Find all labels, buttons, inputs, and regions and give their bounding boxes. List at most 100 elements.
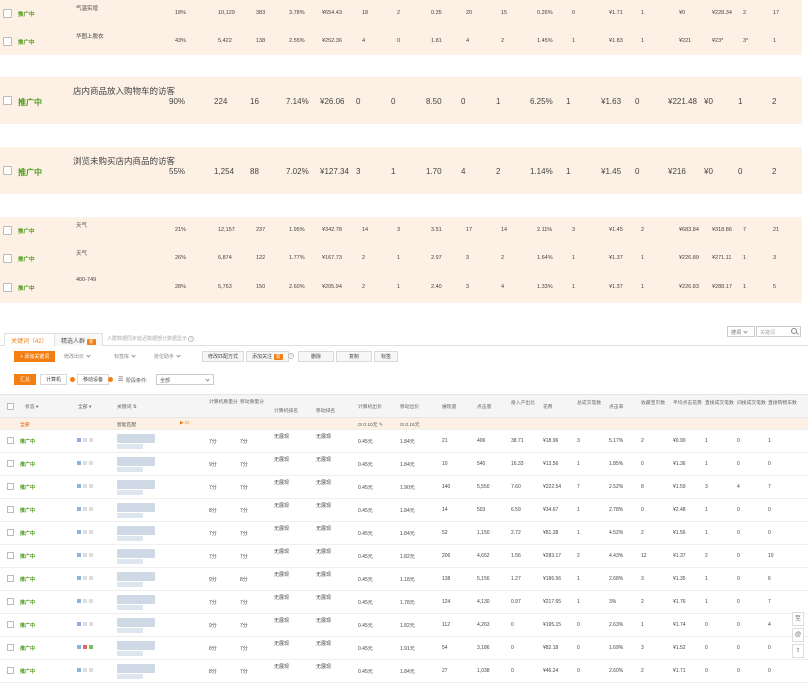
col-cost[interactable]: 花费	[543, 403, 553, 410]
add-keyword-button[interactable]: + 添加关键词	[14, 351, 56, 362]
float-button-2[interactable]: @	[792, 628, 804, 642]
col-pc-quality[interactable]: 计算机质量分	[209, 398, 238, 405]
keyword-redacted[interactable]	[117, 549, 155, 558]
period-select[interactable]: 全部	[156, 374, 214, 385]
table-row[interactable]: 推广中 9分 7分 无展现 无展现 0.45元 1.84元 10 540 16.33 ¥13.56 1…	[0, 453, 808, 476]
col-mobile-quality[interactable]: 移动质量分	[240, 398, 264, 405]
float-button-3[interactable]: ⇧	[792, 644, 804, 658]
cell-pcb[interactable]: 0.45元	[358, 645, 373, 652]
col-pc-bid[interactable]: 计算机出价	[358, 403, 382, 410]
search-icon[interactable]	[791, 328, 797, 334]
cell-mb[interactable]: 1.78元	[400, 599, 415, 606]
table-row[interactable]: 推广中 7分 7分 无展现 无展现 0.45元 1.82元 206 4,652 1.56 ¥283.…	[0, 545, 808, 568]
table-row[interactable]: 推广中 7分 7分 无展现 无展现 0.45元 1.90元 140 5,550 7.60 ¥222.…	[0, 476, 808, 499]
col-ctr[interactable]: 点击率	[609, 403, 623, 410]
table-row[interactable]: 推广中 8分 7分 无展现 无展现 0.45元 1.84元 27 1,038 0 ¥46.24 0 2.…	[0, 660, 808, 683]
row-checkbox[interactable]	[7, 460, 14, 467]
row-checkbox[interactable]	[7, 552, 14, 559]
col-fav-items[interactable]: 收藏宝贝数	[641, 399, 665, 406]
row-name[interactable]: 天气	[76, 221, 87, 229]
cell-pcb[interactable]: 0.45元	[358, 576, 373, 583]
cell-pcb[interactable]: 0.45元	[358, 668, 373, 675]
col-direct-orders[interactable]: 直接成交笔数	[705, 399, 734, 406]
subheader-mobile-bid[interactable]: ⊡ 0.16元	[400, 421, 420, 428]
keyword-redacted[interactable]	[117, 480, 155, 489]
row-checkbox[interactable]	[7, 667, 14, 674]
cell-mb[interactable]: 1.84元	[400, 530, 415, 537]
table-row[interactable]: 推广中 9分 8分 无展现 无展现 0.45元 1.18元 138 5,156 1.27 ¥186.…	[0, 568, 808, 591]
cell-pcb[interactable]: 0.45元	[358, 553, 373, 560]
row-checkbox[interactable]	[7, 644, 14, 651]
help-icon[interactable]: ?	[188, 335, 195, 342]
col-orders[interactable]: 总成交笔数	[577, 399, 601, 406]
position-helper-dropdown[interactable]: 抢位助手	[150, 351, 184, 362]
col-clicks[interactable]: 点击量	[477, 403, 491, 410]
col-roi[interactable]: 投入产出比	[511, 399, 535, 406]
row-checkbox[interactable]	[3, 254, 12, 263]
row-name[interactable]: 气温实增	[76, 4, 98, 12]
row-checkbox[interactable]	[7, 575, 14, 582]
row-name[interactable]: 浏览未购买店内商品的访客	[73, 155, 175, 167]
search-type-select[interactable]: 搜词	[727, 326, 755, 337]
cell-pcb[interactable]: 0.45元	[358, 438, 373, 445]
row-checkbox[interactable]	[7, 506, 14, 513]
col-mobile-bid[interactable]: 移动出价	[400, 403, 419, 410]
keyword-redacted[interactable]	[117, 572, 155, 581]
cell-mb[interactable]: 1.84元	[400, 668, 415, 675]
row-name[interactable]: 店内商品放入购物车的访客	[73, 85, 175, 97]
add-attention-button[interactable]: 添加关注新	[246, 351, 289, 362]
row-checkbox[interactable]	[3, 283, 12, 292]
keyword-redacted[interactable]	[117, 595, 155, 604]
select-all-checkbox[interactable]	[7, 403, 14, 410]
keyword-redacted[interactable]	[117, 457, 155, 466]
cell-mb[interactable]: 1.84元	[400, 507, 415, 514]
col-direct-fav[interactable]: 直接购物车数	[768, 399, 797, 406]
col-impressions[interactable]: 展现量	[442, 403, 456, 410]
col-mobile-rank[interactable]: 移动排名	[316, 407, 335, 414]
table-row[interactable]: 推广中 9分 7分 无展现 无展现 0.45元 1.82元 112 4,263 0 ¥195.15 0…	[0, 614, 808, 637]
table-row[interactable]: 推广中 7分 7分 无展现 无展现 0.45元 1.84元 21 406 38.71 ¥18.96 3…	[0, 430, 808, 453]
tag-button[interactable]: 标签	[374, 351, 398, 362]
col-indirect-orders[interactable]: 间接成交笔数	[737, 399, 766, 406]
row-checkbox[interactable]	[3, 9, 12, 18]
row-checkbox[interactable]	[3, 166, 12, 175]
tab-keywords[interactable]: 关键词（42）	[4, 333, 55, 346]
col-pc-rank[interactable]: 计算机排名	[274, 407, 298, 414]
row-name[interactable]: 400-749	[76, 277, 96, 283]
table-row[interactable]: 推广中 7分 7分 无展现 无展现 0.45元 1.78元 124 4,130 0.97 ¥217.…	[0, 591, 808, 614]
keyword-redacted[interactable]	[117, 641, 155, 650]
col-all[interactable]: 全部 ▾	[78, 403, 91, 410]
cell-mb[interactable]: 1.84元	[400, 461, 415, 468]
row-checkbox[interactable]	[7, 529, 14, 536]
cell-mb[interactable]: 1.82元	[400, 553, 415, 560]
keyword-redacted[interactable]	[117, 526, 155, 535]
cell-mb[interactable]: 1.82元	[400, 622, 415, 629]
cell-pcb[interactable]: 0.45元	[358, 599, 373, 606]
table-row[interactable]: 推广中 8分 7分 无展现 无展现 0.45元 1.84元 14 503 6.59 ¥34.67 1 2…	[0, 499, 808, 522]
modify-match-button[interactable]: 修改匹配方式	[202, 351, 245, 362]
cell-mb[interactable]: 1.91元	[400, 645, 415, 652]
row-name[interactable]: 天气	[76, 249, 87, 257]
table-row[interactable]: 推广中 8分 7分 无展现 无展现 0.45元 1.91元 54 3,186 0 ¥82.18 0 1.…	[0, 637, 808, 660]
float-button-1[interactable]: 至	[792, 612, 804, 626]
keyword-redacted[interactable]	[117, 434, 155, 443]
cell-pcb[interactable]: 0.45元	[358, 622, 373, 629]
row-checkbox[interactable]	[7, 621, 14, 628]
cell-pcb[interactable]: 0.45元	[358, 530, 373, 537]
segment-summary[interactable]: 汇总	[14, 374, 37, 385]
table-row[interactable]: 推广中 7分 7分 无展现 无展现 0.45元 1.84元 52 1,150 2.72 ¥81.38…	[0, 522, 808, 545]
col-avg-cpc[interactable]: 平均点击花费	[673, 399, 702, 406]
cell-mb[interactable]: 1.90元	[400, 484, 415, 491]
row-checkbox[interactable]	[3, 226, 12, 235]
keyword-redacted[interactable]	[117, 664, 155, 673]
row-checkbox[interactable]	[3, 96, 12, 105]
segment-computer[interactable]: 计算机	[40, 374, 68, 385]
row-checkbox[interactable]	[7, 437, 14, 444]
row-checkbox[interactable]	[7, 483, 14, 490]
cell-mb[interactable]: 1.84元	[400, 438, 415, 445]
keyword-redacted[interactable]	[117, 503, 155, 512]
col-status[interactable]: 状态 ▾	[25, 403, 38, 410]
keyword-redacted[interactable]	[117, 618, 155, 627]
row-name[interactable]: 华图上脱衣	[76, 32, 104, 40]
cell-pcb[interactable]: 0.45元	[358, 484, 373, 491]
